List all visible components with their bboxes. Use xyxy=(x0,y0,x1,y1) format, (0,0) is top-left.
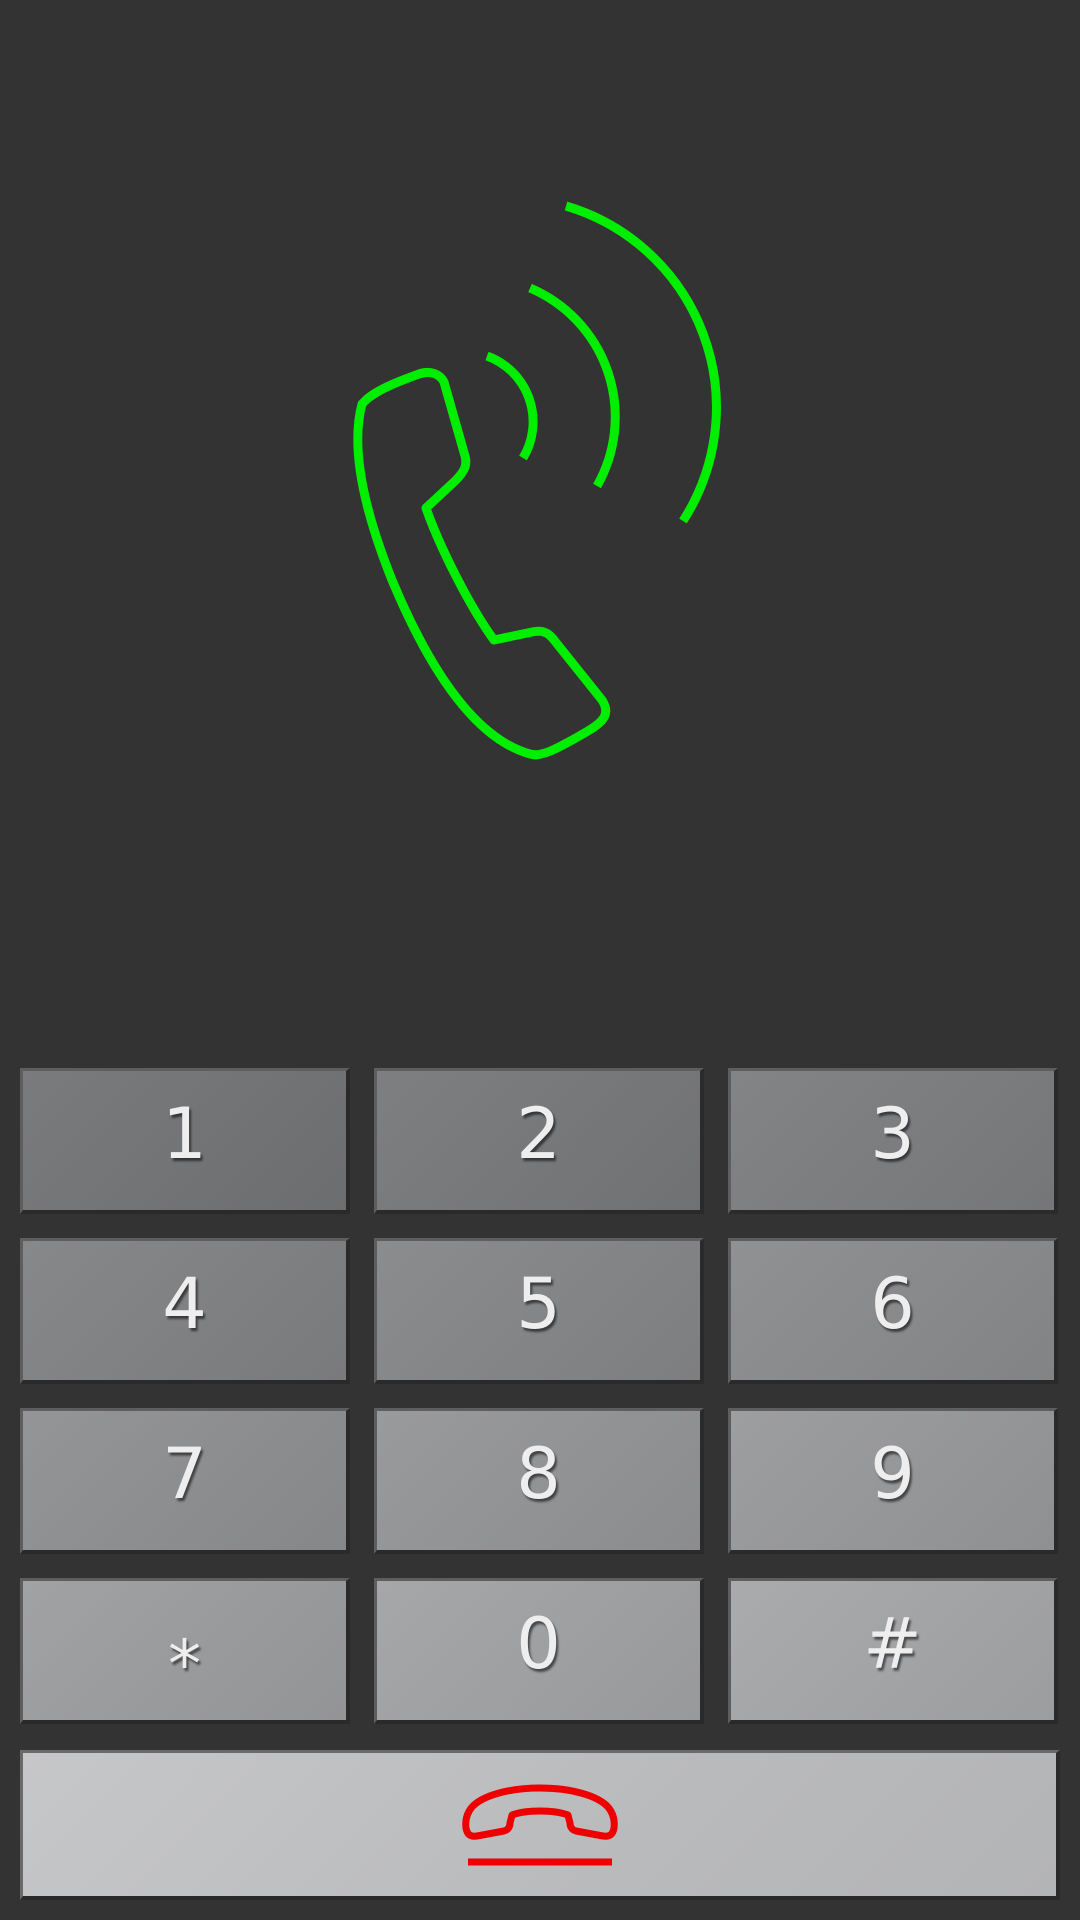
key-1[interactable]: 1 xyxy=(20,1068,350,1214)
key-7[interactable]: 7 xyxy=(20,1408,350,1554)
key-5[interactable]: 5 xyxy=(374,1238,704,1384)
key-8[interactable]: 8 xyxy=(374,1408,704,1554)
key-label: 3 xyxy=(870,1092,915,1175)
key-hash[interactable]: # xyxy=(728,1578,1058,1724)
key-label: 7 xyxy=(162,1432,207,1515)
key-9[interactable]: 9 xyxy=(728,1408,1058,1554)
key-2[interactable]: 2 xyxy=(374,1068,704,1214)
key-6[interactable]: 6 xyxy=(728,1238,1058,1384)
dial-keypad: 1 2 3 4 5 6 7 8 9 * 0 # xyxy=(0,0,1080,1920)
key-label: 5 xyxy=(516,1262,561,1345)
call-screen: 1 2 3 4 5 6 7 8 9 * 0 # xyxy=(0,0,1080,1920)
key-0[interactable]: 0 xyxy=(374,1578,704,1724)
key-label: 2 xyxy=(516,1092,561,1175)
key-star[interactable]: * xyxy=(20,1578,350,1724)
key-4[interactable]: 4 xyxy=(20,1238,350,1384)
key-label: * xyxy=(168,1625,201,1703)
key-label: # xyxy=(863,1602,922,1685)
key-label: 4 xyxy=(162,1262,207,1345)
key-label: 8 xyxy=(516,1432,561,1515)
end-call-button[interactable] xyxy=(20,1750,1060,1900)
key-label: 1 xyxy=(162,1092,207,1175)
key-label: 0 xyxy=(516,1602,561,1685)
hang-up-icon xyxy=(461,1784,618,1865)
key-label: 6 xyxy=(870,1262,915,1345)
key-label: 9 xyxy=(870,1432,915,1515)
key-3[interactable]: 3 xyxy=(728,1068,1058,1214)
